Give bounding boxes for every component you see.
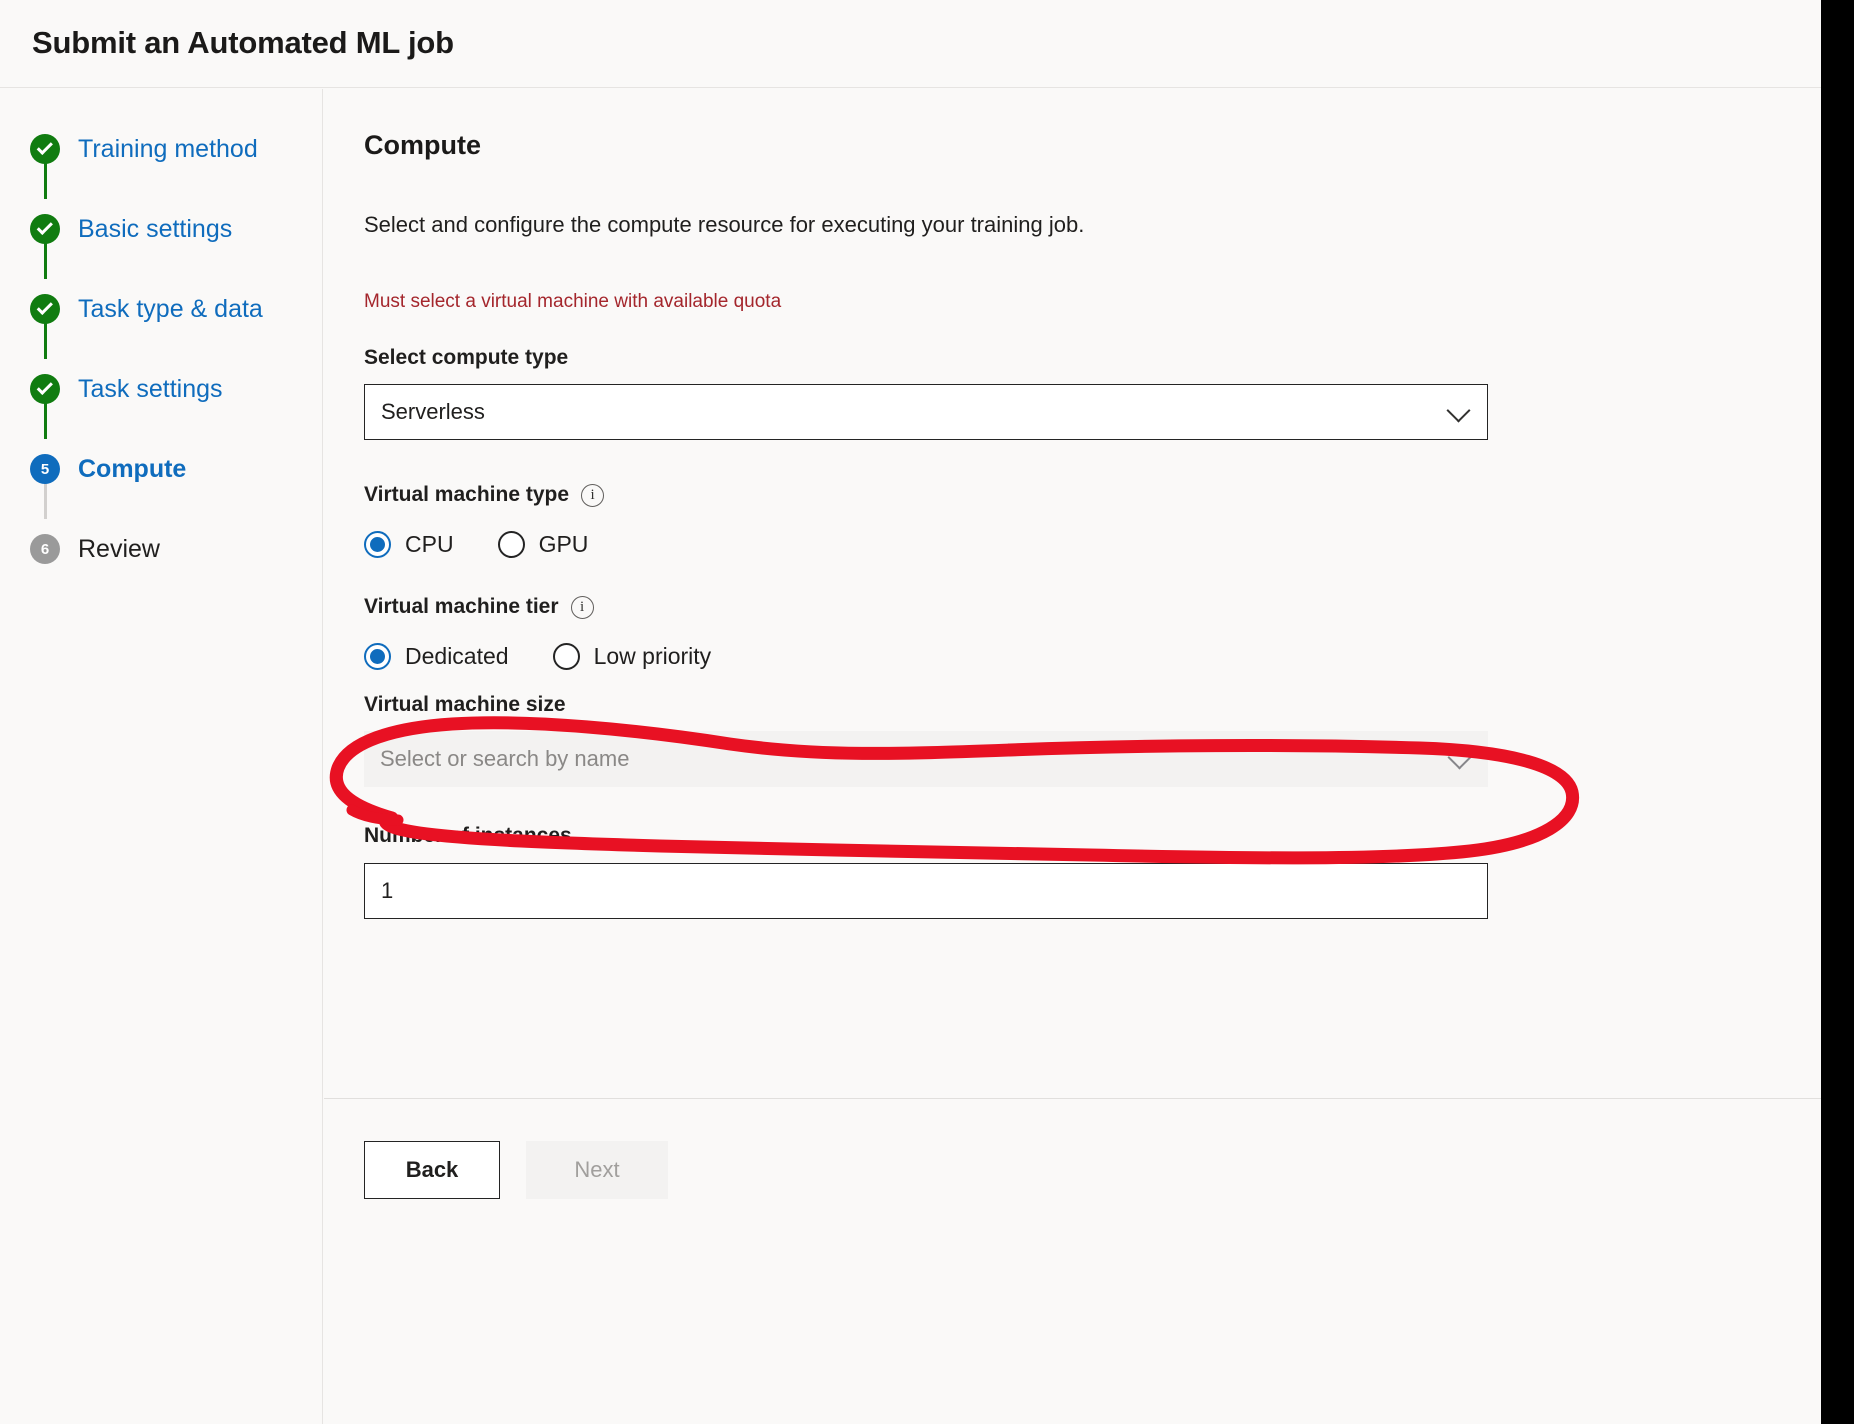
vm-type-radio-cpu[interactable]: CPU	[364, 531, 454, 559]
step-status-check-icon	[30, 134, 60, 164]
step-number-badge: 6	[30, 534, 60, 564]
vm-tier-label: Virtual machine tier i	[364, 594, 1781, 620]
wizard-footer: Back Next	[324, 1098, 1821, 1424]
instances-value: 1	[381, 877, 394, 903]
section-description: Select and configure the compute resourc…	[364, 212, 1085, 238]
section-heading: Compute	[364, 130, 481, 160]
chevron-down-icon	[1447, 745, 1472, 770]
sidebar-item-task-settings[interactable]: Task settings	[30, 369, 223, 409]
vm-type-option-label: GPU	[538, 531, 589, 558]
vm-tier-radio-group: Dedicated Low priority	[364, 643, 1781, 671]
step-status-check-icon	[30, 374, 60, 404]
sidebar-item-label: Task settings	[78, 374, 223, 403]
sidebar-item-label: Task type & data	[78, 294, 263, 323]
page-title: Submit an Automated ML job	[32, 25, 454, 60]
sidebar-item-review[interactable]: 6 Review	[30, 529, 160, 569]
vm-type-radio-gpu[interactable]: GPU	[497, 531, 589, 559]
info-icon[interactable]: i	[581, 483, 605, 507]
vm-size-dropdown[interactable]: Select or search by name	[364, 731, 1488, 788]
radio-selected-icon	[364, 643, 391, 671]
compute-type-dropdown[interactable]: Serverless	[364, 383, 1488, 440]
wizard-sidebar: Training method Basic settings Task type…	[0, 89, 323, 1424]
info-icon[interactable]: i	[570, 596, 594, 620]
step-status-check-icon	[30, 294, 60, 324]
right-edge-gutter	[1821, 0, 1854, 1424]
wizard-dialog: Submit an Automated ML job Training meth…	[0, 0, 1821, 1424]
instances-input[interactable]: 1	[364, 862, 1488, 919]
sidebar-item-label: Review	[78, 534, 160, 563]
vm-type-option-label: CPU	[405, 531, 454, 558]
sidebar-item-label: Compute	[78, 454, 187, 483]
vm-tier-label-text: Virtual machine tier	[364, 595, 559, 619]
compute-type-value: Serverless	[381, 398, 485, 424]
radio-selected-icon	[364, 531, 391, 559]
radio-unselected-icon	[552, 643, 580, 671]
validation-error-message: Must select a virtual machine with avail…	[364, 290, 782, 312]
compute-step-content: Compute Select and configure the compute…	[324, 89, 1821, 1098]
wizard-main-panel: Compute Select and configure the compute…	[324, 89, 1821, 1424]
vm-tier-option-label: Dedicated	[405, 643, 509, 670]
vm-size-label-text: Virtual machine size	[364, 693, 566, 717]
sidebar-item-label: Basic settings	[78, 214, 233, 243]
vm-tier-option-label: Low priority	[593, 643, 712, 670]
sidebar-item-training-method[interactable]: Training method	[30, 129, 258, 169]
vm-tier-radio-low-priority[interactable]: Low priority	[552, 643, 712, 671]
compute-type-label: Select compute type	[364, 345, 1781, 370]
sidebar-item-label: Training method	[78, 134, 258, 163]
vm-size-label: Virtual machine size	[364, 692, 1781, 717]
instances-label: Number of instances	[364, 823, 1781, 848]
instances-label-text: Number of instances	[364, 824, 572, 848]
chevron-down-icon	[1446, 398, 1471, 423]
step-status-check-icon	[30, 214, 60, 244]
vm-tier-radio-dedicated[interactable]: Dedicated	[364, 643, 509, 671]
step-number-badge: 5	[30, 454, 60, 484]
sidebar-item-basic-settings[interactable]: Basic settings	[30, 209, 232, 249]
compute-type-label-text: Select compute type	[364, 345, 569, 369]
vm-size-placeholder: Select or search by name	[380, 746, 630, 772]
radio-unselected-icon	[497, 531, 525, 559]
back-button[interactable]: Back	[364, 1141, 500, 1199]
vm-type-label: Virtual machine type i	[364, 482, 1781, 507]
vm-type-radio-group: CPU GPU	[364, 531, 1781, 559]
dialog-titlebar: Submit an Automated ML job	[0, 0, 1821, 88]
next-button: Next	[526, 1141, 668, 1199]
sidebar-item-task-type-and-data[interactable]: Task type & data	[30, 289, 263, 329]
sidebar-item-compute[interactable]: 5 Compute	[30, 449, 186, 489]
vm-type-label-text: Virtual machine type	[364, 482, 570, 506]
